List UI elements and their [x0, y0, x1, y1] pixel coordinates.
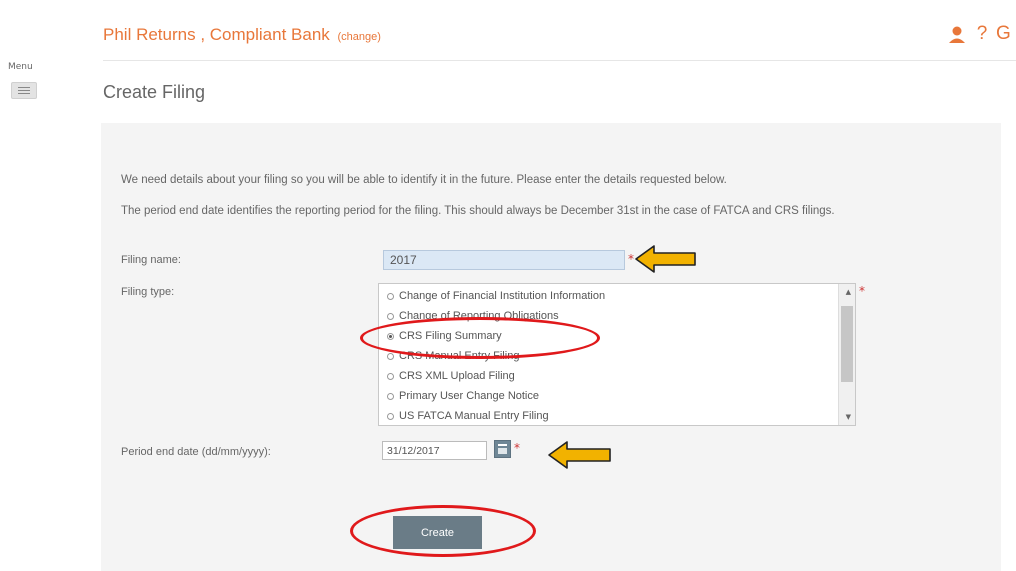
- header-title: Phil Returns , Compliant Bank (change): [103, 25, 381, 45]
- menu-button[interactable]: [11, 82, 37, 99]
- calendar-icon[interactable]: [494, 440, 511, 458]
- header-divider: [103, 60, 1016, 61]
- radio-icon[interactable]: [387, 372, 394, 380]
- filing-type-option[interactable]: Primary User Change Notice: [387, 390, 539, 402]
- radio-icon[interactable]: [387, 352, 394, 360]
- required-marker: *: [859, 284, 865, 298]
- filing-type-option[interactable]: CRS XML Upload Filing: [387, 370, 515, 382]
- required-marker: *: [514, 441, 520, 455]
- period-end-label: Period end date (dd/mm/yyyy):: [121, 446, 271, 458]
- filing-type-label: Filing type:: [121, 286, 175, 298]
- filing-type-option[interactable]: Change of Financial Institution Informat…: [387, 290, 605, 302]
- radio-icon[interactable]: [387, 412, 394, 420]
- help-icon[interactable]: ?: [968, 22, 996, 46]
- change-institution-link[interactable]: (change): [338, 31, 381, 43]
- menu-label: Menu: [8, 62, 33, 72]
- scrollbar-thumb[interactable]: [841, 306, 853, 382]
- scroll-down-icon[interactable]: ▼: [846, 413, 851, 421]
- intro-text-1: We need details about your filing so you…: [121, 174, 727, 186]
- filing-type-option[interactable]: US FATCA Manual Entry Filing: [387, 410, 549, 422]
- radio-icon[interactable]: [387, 292, 394, 300]
- filing-name-input[interactable]: [383, 250, 625, 270]
- period-end-date-input[interactable]: [382, 441, 487, 460]
- annotation-ellipse-filing-type: [360, 317, 600, 359]
- listbox-scrollbar[interactable]: ▲ ▼: [838, 284, 855, 425]
- logout-icon[interactable]: G: [996, 22, 1016, 46]
- scroll-up-icon[interactable]: ▲: [846, 288, 851, 296]
- header-icons: ? G: [946, 22, 1016, 46]
- institution-name: Phil Returns , Compliant Bank: [103, 25, 330, 44]
- filing-name-label: Filing name:: [121, 254, 181, 266]
- annotation-ellipse-create: [350, 505, 536, 557]
- radio-icon[interactable]: [387, 392, 394, 400]
- user-icon[interactable]: [946, 22, 968, 46]
- radio-icon[interactable]: [387, 312, 394, 320]
- annotation-arrow-icon: [548, 441, 611, 469]
- annotation-arrow-icon: [635, 245, 696, 273]
- page-title: Create Filing: [103, 82, 206, 102]
- intro-text-2: The period end date identifies the repor…: [121, 205, 835, 217]
